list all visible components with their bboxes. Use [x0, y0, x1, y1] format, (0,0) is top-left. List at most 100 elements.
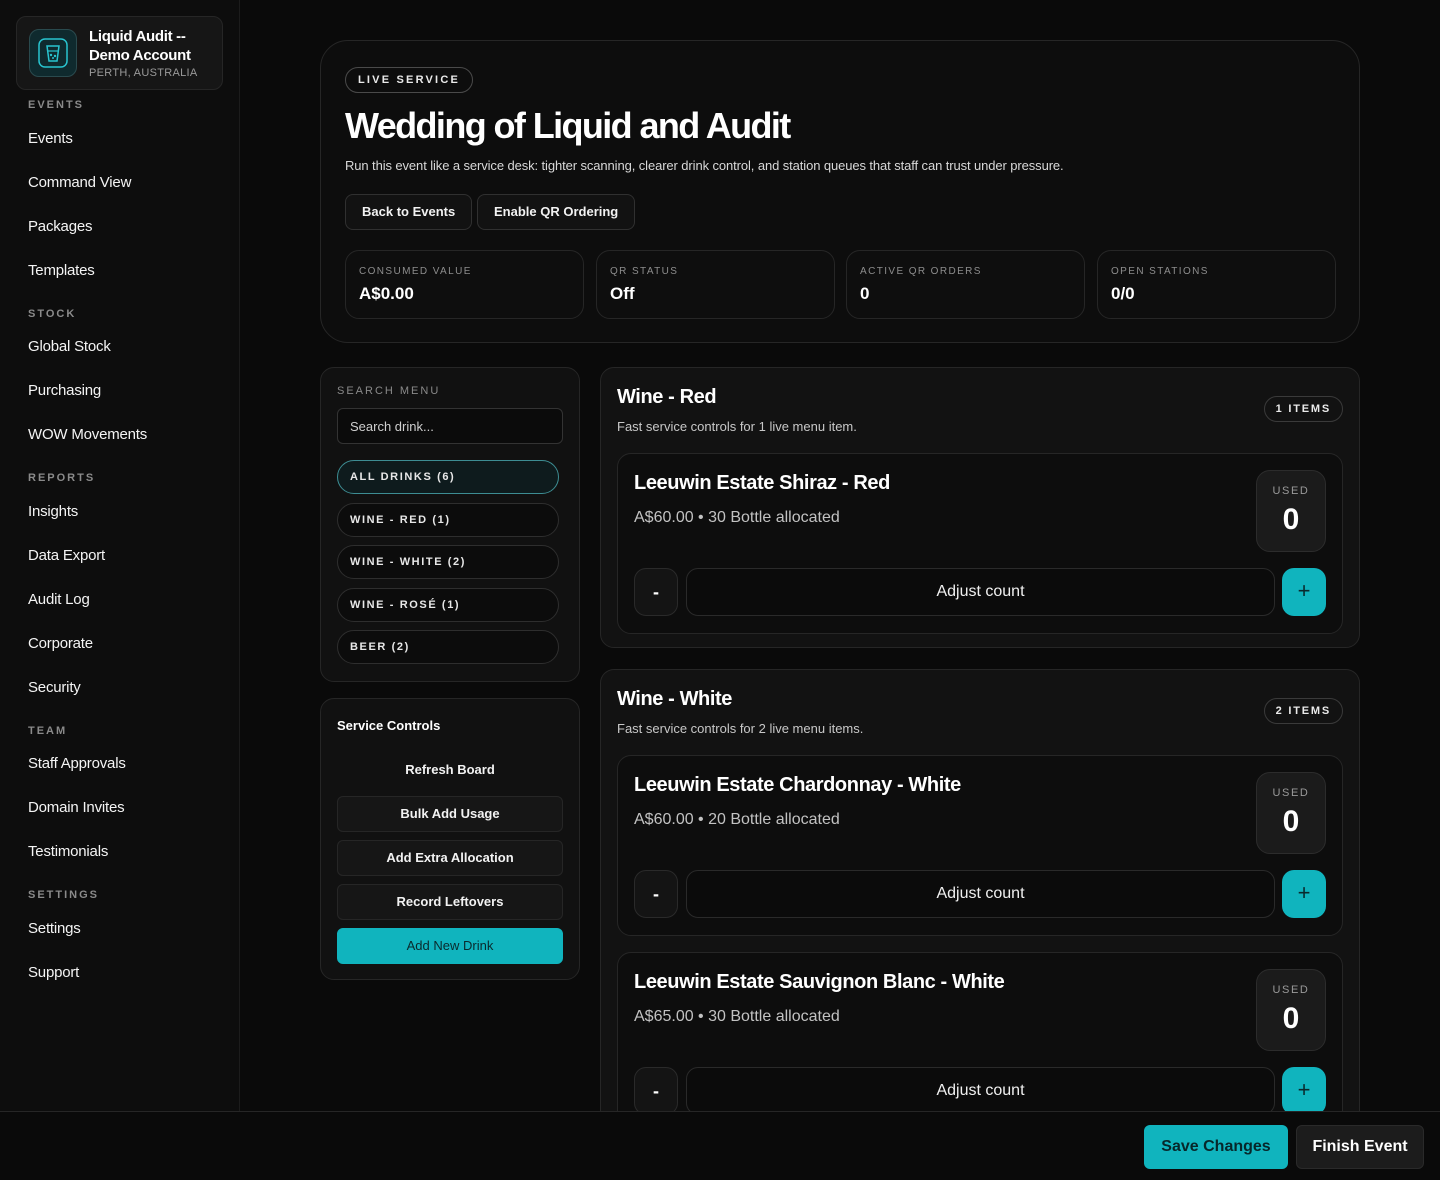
refresh-board-button[interactable]: Refresh Board [337, 752, 563, 788]
drink-allocation: A$65.00 • 30 Bottle allocated [634, 1008, 840, 1025]
category-wine-white: Wine - White Fast service controls for 2… [600, 669, 1360, 1139]
increment-button[interactable]: + [1282, 568, 1326, 616]
nav-item-insights[interactable]: Insights [28, 503, 78, 520]
nav-item-command-view[interactable]: Command View [28, 174, 131, 191]
adjust-count-button[interactable]: Adjust count [686, 870, 1275, 918]
increment-button[interactable]: + [1282, 870, 1326, 918]
nav-item-templates[interactable]: Templates [28, 262, 95, 279]
drink-card: Leeuwin Estate Shiraz - Red A$60.00 • 30… [617, 453, 1343, 634]
category-wine-red: Wine - Red Fast service controls for 1 l… [600, 367, 1360, 648]
decrement-button[interactable]: - [634, 568, 678, 616]
decrement-button[interactable]: - [634, 870, 678, 918]
used-label: USED [1272, 787, 1310, 799]
nav-item-settings[interactable]: Settings [28, 920, 81, 937]
back-to-events-button[interactable]: Back to Events [345, 194, 473, 230]
drink-allocation: A$60.00 • 20 Bottle allocated [634, 811, 840, 828]
filter-wine-rose[interactable]: WINE - ROSÉ (1) [337, 588, 559, 622]
account-switcher[interactable]: Liquid Audit -- Demo Account PERTH, AUST… [16, 16, 223, 90]
stat-label: QR STATUS [610, 266, 679, 277]
account-location: PERTH, AUSTRALIA [89, 67, 198, 79]
nav-item-data-export[interactable]: Data Export [28, 547, 105, 564]
used-label: USED [1272, 485, 1310, 497]
nav-item-corporate[interactable]: Corporate [28, 635, 93, 652]
filter-beer[interactable]: BEER (2) [337, 630, 559, 664]
category-subtitle: Fast service controls for 2 live menu it… [617, 721, 864, 736]
bottom-action-bar: Save Changes Finish Event [0, 1111, 1440, 1180]
stat-value: A$0.00 [359, 284, 414, 303]
drink-card: Leeuwin Estate Sauvignon Blanc - White A… [617, 952, 1343, 1133]
nav-section-events: EVENTS [28, 99, 85, 111]
nav-section-team: TEAM [28, 725, 68, 737]
page-subtitle: Run this event like a service desk: tigh… [345, 158, 1064, 173]
used-counter: USED 0 [1256, 470, 1326, 552]
used-value: 0 [1282, 1002, 1300, 1035]
filter-wine-white[interactable]: WINE - WHITE (2) [337, 545, 559, 579]
app-root: Liquid Audit -- Demo Account PERTH, AUST… [0, 0, 1440, 1180]
used-counter: USED 0 [1256, 969, 1326, 1051]
drink-allocation: A$60.00 • 30 Bottle allocated [634, 509, 840, 526]
decrement-button[interactable]: - [634, 1067, 678, 1115]
enable-qr-ordering-button[interactable]: Enable QR Ordering [477, 194, 636, 230]
drink-card: Leeuwin Estate Chardonnay - White A$60.0… [617, 755, 1343, 936]
nav-item-events[interactable]: Events [28, 130, 73, 147]
search-drink-input[interactable] [337, 408, 563, 444]
drink-name: Leeuwin Estate Sauvignon Blanc - White [634, 971, 1005, 993]
live-service-badge: LIVE SERVICE [345, 67, 473, 93]
stat-label: ACTIVE QR ORDERS [860, 266, 982, 277]
stat-value: Off [610, 284, 635, 303]
stat-value: 0 [860, 284, 870, 303]
used-value: 0 [1282, 805, 1300, 838]
sidebar: Liquid Audit -- Demo Account PERTH, AUST… [0, 0, 240, 1111]
stat-label: CONSUMED VALUE [359, 266, 472, 277]
add-extra-allocation-button[interactable]: Add Extra Allocation [337, 840, 563, 876]
nav-item-wow-movements[interactable]: WOW Movements [28, 426, 147, 443]
drink-name: Leeuwin Estate Shiraz - Red [634, 472, 890, 494]
nav-item-testimonials[interactable]: Testimonials [28, 843, 108, 860]
finish-event-button[interactable]: Finish Event [1296, 1125, 1424, 1169]
stat-value: 0/0 [1111, 284, 1135, 303]
nav-item-packages[interactable]: Packages [28, 218, 92, 235]
nav-item-audit-log[interactable]: Audit Log [28, 591, 90, 608]
category-count-badge: 2 ITEMS [1263, 698, 1343, 724]
stat-label: OPEN STATIONS [1111, 266, 1209, 277]
nav-section-settings: SETTINGS [28, 889, 100, 901]
used-counter: USED 0 [1256, 772, 1326, 854]
adjust-count-button[interactable]: Adjust count [686, 568, 1275, 616]
cocktail-glass-icon [29, 29, 77, 77]
page-title: Wedding of Liquid and Audit [345, 105, 791, 146]
nav-section-stock: STOCK [28, 308, 77, 320]
nav-item-domain-invites[interactable]: Domain Invites [28, 799, 125, 816]
stat-qr-status: QR STATUS Off [596, 250, 835, 319]
record-leftovers-button[interactable]: Record Leftovers [337, 884, 563, 920]
used-label: USED [1272, 984, 1310, 996]
filter-wine-red[interactable]: WINE - RED (1) [337, 503, 559, 537]
category-subtitle: Fast service controls for 1 live menu it… [617, 419, 857, 434]
stat-active-qr-orders: ACTIVE QR ORDERS 0 [846, 250, 1085, 319]
nav-section-reports: REPORTS [28, 472, 96, 484]
add-new-drink-button[interactable]: Add New Drink [337, 928, 563, 964]
account-name: Liquid Audit -- Demo Account [89, 28, 191, 64]
main-content: LIVE SERVICE Wedding of Liquid and Audit… [240, 0, 1440, 1139]
event-header: LIVE SERVICE Wedding of Liquid and Audit… [320, 40, 1360, 343]
category-count-badge: 1 ITEMS [1263, 396, 1343, 422]
stat-open-stations: OPEN STATIONS 0/0 [1097, 250, 1336, 319]
bulk-add-usage-button[interactable]: Bulk Add Usage [337, 796, 563, 832]
service-controls-title: Service Controls [337, 718, 441, 733]
filter-all-drinks[interactable]: ALL DRINKS (6) [337, 460, 559, 494]
nav-item-security[interactable]: Security [28, 679, 81, 696]
nav-item-staff-approvals[interactable]: Staff Approvals [28, 755, 126, 772]
brand-text: Liquid Audit -- Demo Account PERTH, AUST… [89, 27, 209, 79]
stat-consumed-value: CONSUMED VALUE A$0.00 [345, 250, 584, 319]
adjust-count-button[interactable]: Adjust count [686, 1067, 1275, 1115]
nav-item-purchasing[interactable]: Purchasing [28, 382, 101, 399]
increment-button[interactable]: + [1282, 1067, 1326, 1115]
category-title: Wine - Red [617, 386, 717, 408]
drink-name: Leeuwin Estate Chardonnay - White [634, 774, 961, 796]
nav-item-support[interactable]: Support [28, 964, 79, 981]
category-title: Wine - White [617, 688, 733, 710]
search-menu-panel: SEARCH MENU ALL DRINKS (6) WINE - RED (1… [320, 367, 580, 682]
save-changes-button[interactable]: Save Changes [1144, 1125, 1288, 1169]
used-value: 0 [1282, 503, 1300, 536]
nav-item-global-stock[interactable]: Global Stock [28, 338, 111, 355]
service-controls-panel: Service Controls Refresh Board Bulk Add … [320, 698, 580, 980]
